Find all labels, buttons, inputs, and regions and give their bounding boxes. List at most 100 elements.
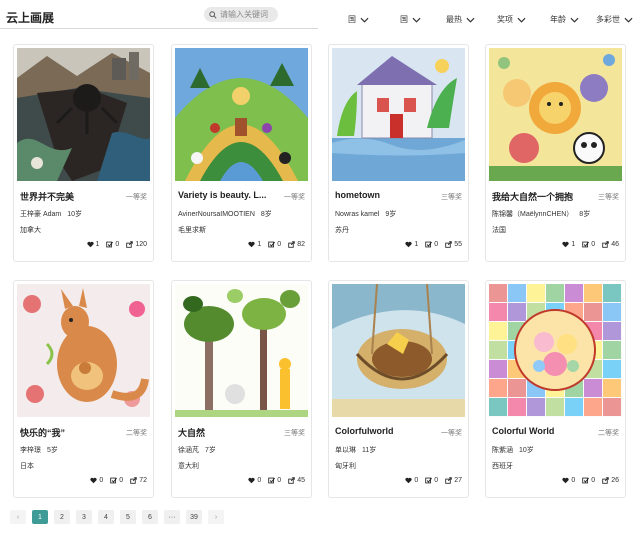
artwork-title[interactable]: 我给大自然一个拥抱: [492, 190, 584, 203]
filter-label: 国: [400, 15, 408, 24]
checkbox-icon: [268, 241, 276, 248]
card-stats: 1 0 82: [241, 241, 305, 248]
filter-label: 年龄: [550, 15, 566, 24]
heart-icon: [248, 241, 255, 248]
artwork-card[interactable]: 我给大自然一个拥抱 三等奖 陈锦馨（MaëlynnCHEN） 8岁 法国 1 0 …: [485, 44, 626, 262]
vote-button[interactable]: 0: [425, 477, 438, 484]
vote-count: 0: [434, 241, 439, 248]
author-info: 陈锦馨（MaëlynnCHEN） 8岁: [492, 209, 590, 219]
like-button[interactable]: 1: [248, 241, 261, 248]
page-button[interactable]: 3: [76, 510, 92, 524]
heart-icon: [405, 477, 412, 484]
like-button[interactable]: 0: [248, 477, 261, 484]
artwork-card[interactable]: Variety is beauty. L... 一等奖 AvinerNoursa…: [171, 44, 312, 262]
page-button[interactable]: 5: [120, 510, 136, 524]
filter-dropdown[interactable]: 国: [348, 14, 369, 25]
artwork-title[interactable]: hometown: [335, 190, 427, 200]
author-name: 徐涵芃: [178, 447, 199, 454]
page-button[interactable]: 39: [186, 510, 202, 524]
author-age: 5岁: [47, 447, 58, 454]
like-button[interactable]: 0: [562, 477, 575, 484]
artwork-title[interactable]: 世界并不完美: [20, 190, 112, 203]
filter-dropdown[interactable]: 多彩世: [596, 14, 633, 25]
like-count: 1: [414, 241, 419, 248]
checkbox-icon: [425, 477, 433, 484]
card-stats: 0 0 27: [398, 477, 462, 484]
share-button[interactable]: 46: [602, 241, 619, 248]
checkbox-icon: [582, 241, 590, 248]
vote-button[interactable]: 0: [268, 241, 281, 248]
country-label: 匈牙利: [335, 463, 356, 470]
like-count: 0: [99, 477, 104, 484]
artwork-image[interactable]: [175, 284, 308, 417]
page-button[interactable]: 1: [32, 510, 48, 524]
filter-dropdown[interactable]: 年龄: [550, 14, 579, 25]
share-button[interactable]: 26: [602, 477, 619, 484]
share-button[interactable]: 82: [288, 241, 305, 248]
next-page-button[interactable]: ›: [208, 510, 224, 524]
artwork-image[interactable]: [332, 48, 465, 181]
like-button[interactable]: 0: [405, 477, 418, 484]
card-stats: 0 0 26: [555, 477, 619, 484]
page-button[interactable]: 6: [142, 510, 158, 524]
vote-button[interactable]: 0: [582, 241, 595, 248]
artwork-title[interactable]: Colorfulworld: [335, 426, 427, 436]
award-badge: 一等奖: [126, 194, 147, 201]
artwork-card[interactable]: hometown 三等奖 Nowras kamel 9岁 苏丹 1 0 55: [328, 44, 469, 262]
author-age: 10岁: [519, 447, 534, 454]
like-button[interactable]: 0: [90, 477, 103, 484]
artwork-title[interactable]: 大自然: [178, 426, 270, 439]
chevron-down-icon: [360, 17, 369, 23]
artwork-image[interactable]: [332, 284, 465, 417]
share-button[interactable]: 45: [288, 477, 305, 484]
heart-icon: [248, 477, 255, 484]
share-count: 120: [135, 241, 147, 248]
chevron-down-icon: [412, 17, 421, 23]
filter-label: 国: [348, 15, 356, 24]
checkbox-icon: [268, 477, 276, 484]
prev-page-button[interactable]: ‹: [10, 510, 26, 524]
page-button[interactable]: 2: [54, 510, 70, 524]
page-button[interactable]: 4: [98, 510, 114, 524]
share-button[interactable]: 27: [445, 477, 462, 484]
share-button[interactable]: 55: [445, 241, 462, 248]
filter-dropdown[interactable]: 国: [400, 14, 421, 25]
artwork-title[interactable]: Colorful World: [492, 426, 584, 436]
artwork-title[interactable]: 快乐的“我”: [20, 426, 112, 439]
author-name: 王梓豪 Adam: [20, 211, 62, 218]
artwork-title[interactable]: Variety is beauty. L...: [178, 190, 270, 200]
artwork-image[interactable]: [175, 48, 308, 181]
checkbox-icon: [106, 241, 114, 248]
share-button[interactable]: 120: [126, 241, 147, 248]
artwork-image[interactable]: [489, 48, 622, 181]
share-button[interactable]: 72: [130, 477, 147, 484]
artwork-image[interactable]: [17, 48, 150, 181]
filter-dropdown[interactable]: 最热: [446, 14, 475, 25]
vote-button[interactable]: 0: [268, 477, 281, 484]
like-button[interactable]: 1: [405, 241, 418, 248]
artwork-image[interactable]: [489, 284, 622, 417]
artwork-card[interactable]: 大自然 三等奖 徐涵芃 7岁 意大利 0 0 45: [171, 280, 312, 498]
award-badge: 三等奖: [441, 194, 462, 201]
vote-button[interactable]: 0: [582, 477, 595, 484]
chevron-down-icon: [624, 17, 633, 23]
country-label: 日本: [20, 463, 34, 470]
share-count: 27: [454, 477, 462, 484]
vote-button[interactable]: 0: [425, 241, 438, 248]
country-label: 毛里求斯: [178, 227, 206, 234]
like-button[interactable]: 1: [562, 241, 575, 248]
artwork-card[interactable]: 世界并不完美 一等奖 王梓豪 Adam 10岁 加拿大 1 0 120: [13, 44, 154, 262]
artwork-card[interactable]: 快乐的“我” 二等奖 李梓璟 5岁 日本 0 0 72: [13, 280, 154, 498]
artwork-card[interactable]: Colorful World 二等奖 陈紫涵 10岁 西班牙 0 0 26: [485, 280, 626, 498]
pagination-ellipsis[interactable]: ···: [164, 510, 180, 524]
artwork-image[interactable]: [17, 284, 150, 417]
like-button[interactable]: 1: [86, 241, 99, 248]
award-badge: 一等奖: [441, 430, 462, 437]
vote-button[interactable]: 0: [106, 241, 119, 248]
filter-dropdown[interactable]: 奖项: [497, 14, 526, 25]
artwork-card[interactable]: Colorfulworld 一等奖 单以琳 11岁 匈牙利 0 0 27: [328, 280, 469, 498]
chevron-down-icon: [570, 17, 579, 23]
vote-button[interactable]: 0: [110, 477, 123, 484]
share-count: 46: [611, 241, 619, 248]
author-info: AvinerNoursaIMOOTIEN 8岁: [178, 209, 272, 219]
